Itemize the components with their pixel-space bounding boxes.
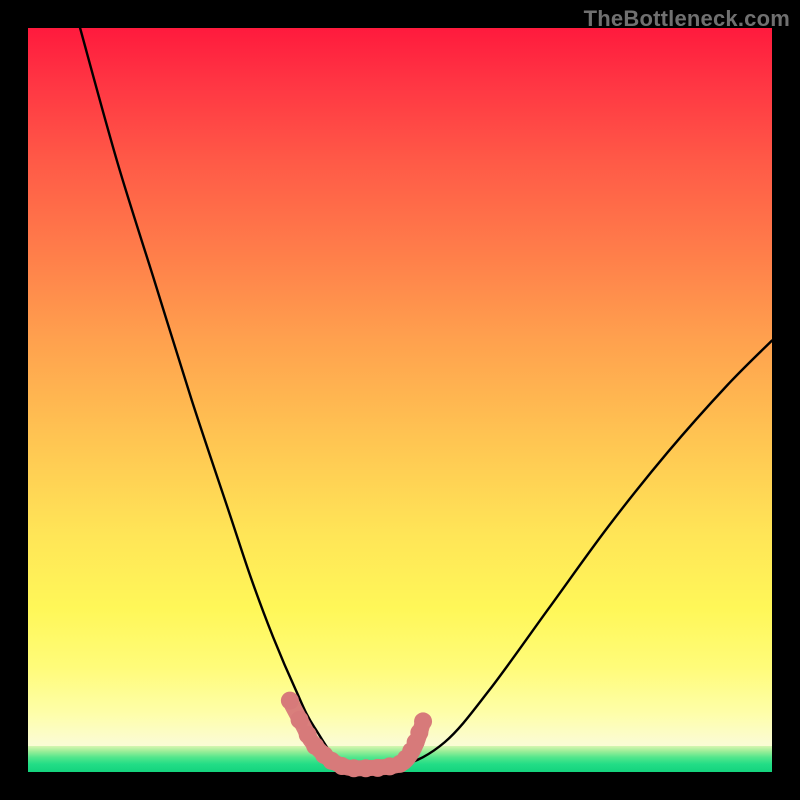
curves-svg [28,28,772,772]
chart-frame: TheBottleneck.com [0,0,800,800]
highlight-dot [281,692,299,710]
highlight-dots [281,692,432,778]
bottleneck-curve [80,28,772,772]
plot-area [28,28,772,772]
watermark-text: TheBottleneck.com [584,6,790,32]
highlight-dot [414,712,432,730]
